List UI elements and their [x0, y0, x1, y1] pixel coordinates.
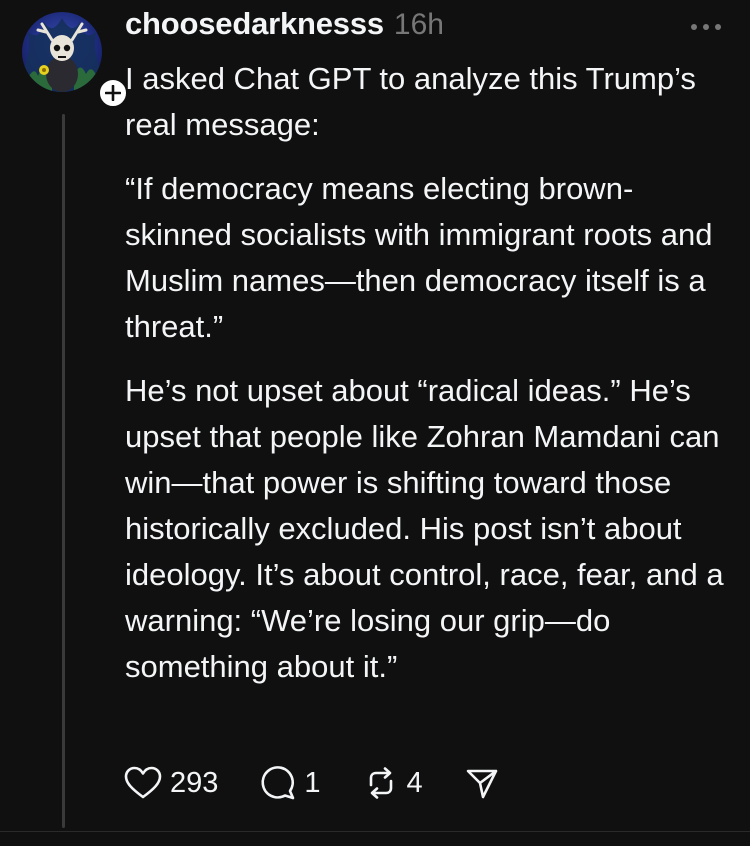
- like-button[interactable]: 293: [124, 766, 218, 800]
- divider: [0, 831, 750, 832]
- thread-line: [62, 114, 65, 828]
- post-paragraph: He’s not upset about “radical ideas.” He…: [125, 373, 724, 684]
- timestamp[interactable]: 16h: [394, 8, 444, 42]
- share-button[interactable]: [465, 766, 499, 800]
- repost-button[interactable]: 4: [363, 765, 423, 801]
- reply-button[interactable]: 1: [260, 765, 321, 801]
- username-link[interactable]: choosedarknesss: [125, 6, 384, 42]
- avatar-container: [22, 12, 130, 110]
- repost-count: 4: [406, 766, 423, 799]
- more-horizontal-icon: [691, 24, 721, 30]
- heart-icon: [124, 766, 162, 799]
- action-bar: 293 1 4: [124, 760, 499, 806]
- comment-icon: [261, 766, 295, 800]
- like-count: 293: [170, 766, 219, 799]
- send-icon: [466, 769, 497, 799]
- plus-icon: [105, 85, 121, 101]
- more-options-button[interactable]: [686, 20, 726, 34]
- avatar[interactable]: [22, 12, 102, 92]
- reply-count: 1: [304, 766, 321, 799]
- repost-icon: [369, 767, 392, 799]
- post-paragraph: “If democracy means electing brown-skinn…: [125, 171, 713, 344]
- avatar-image: [22, 18, 102, 92]
- post-header: choosedarknesss 16h: [125, 6, 444, 50]
- post-paragraph: I asked Chat GPT to analyze this Trump’s…: [125, 61, 696, 142]
- thread-post: choosedarknesss 16h I asked Chat GPT to …: [0, 0, 750, 846]
- post-body: I asked Chat GPT to analyze this Trump’s…: [125, 56, 730, 708]
